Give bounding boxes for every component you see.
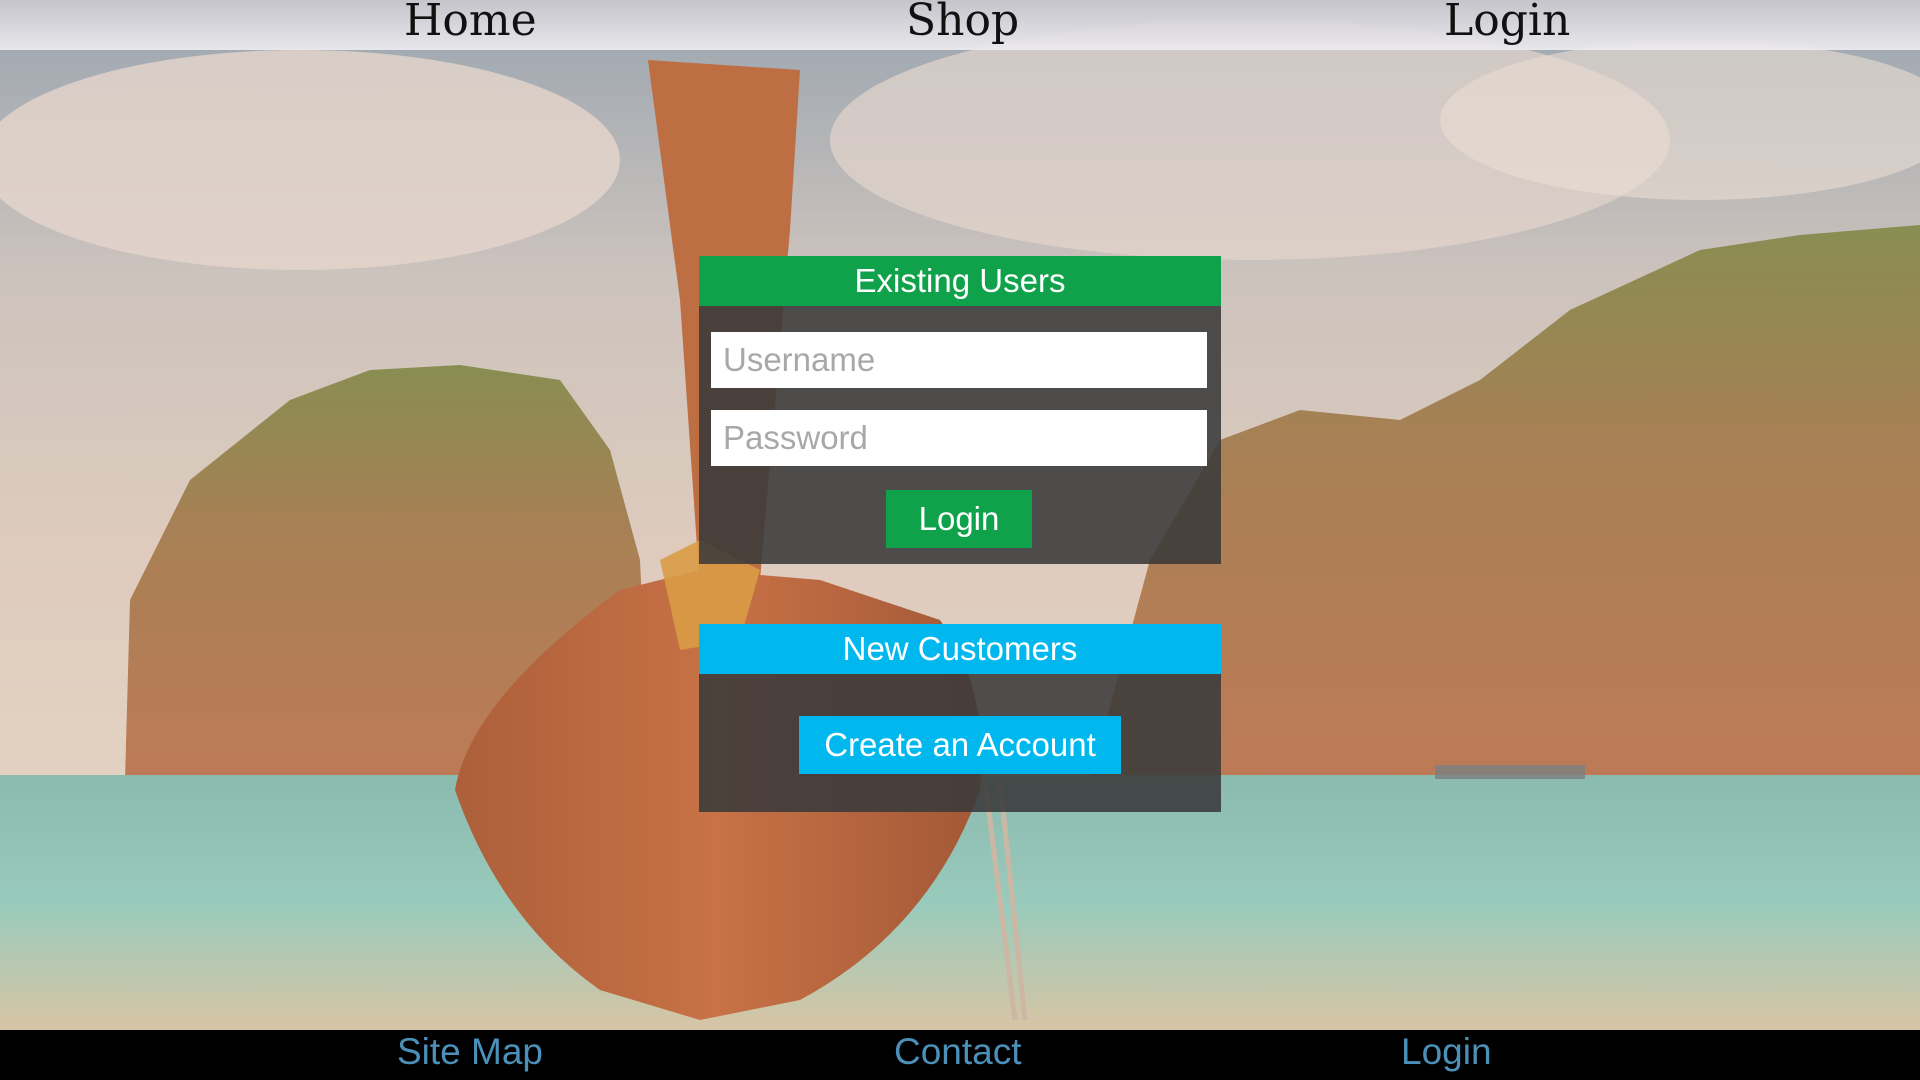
footer-login-link[interactable]: Login	[1401, 1030, 1492, 1074]
login-page: Home Shop Login Existing Users Login New…	[0, 0, 1920, 1080]
top-navigation: Home Shop Login	[0, 0, 1920, 50]
existing-users-panel: Existing Users Login	[699, 256, 1221, 564]
footer-site-map-link[interactable]: Site Map	[397, 1030, 543, 1074]
footer-contact-link[interactable]: Contact	[894, 1030, 1022, 1074]
new-customers-panel: New Customers Create an Account	[699, 624, 1221, 812]
new-customers-header: New Customers	[699, 624, 1221, 674]
nav-shop-link[interactable]: Shop	[906, 0, 1019, 46]
create-account-button[interactable]: Create an Account	[799, 716, 1121, 774]
footer: Site Map Contact Login	[0, 1030, 1920, 1080]
nav-login-link[interactable]: Login	[1444, 0, 1570, 46]
password-input[interactable]	[711, 410, 1207, 466]
login-button[interactable]: Login	[886, 490, 1032, 548]
existing-users-header: Existing Users	[699, 256, 1221, 306]
nav-home-link[interactable]: Home	[404, 0, 537, 46]
username-input[interactable]	[711, 332, 1207, 388]
